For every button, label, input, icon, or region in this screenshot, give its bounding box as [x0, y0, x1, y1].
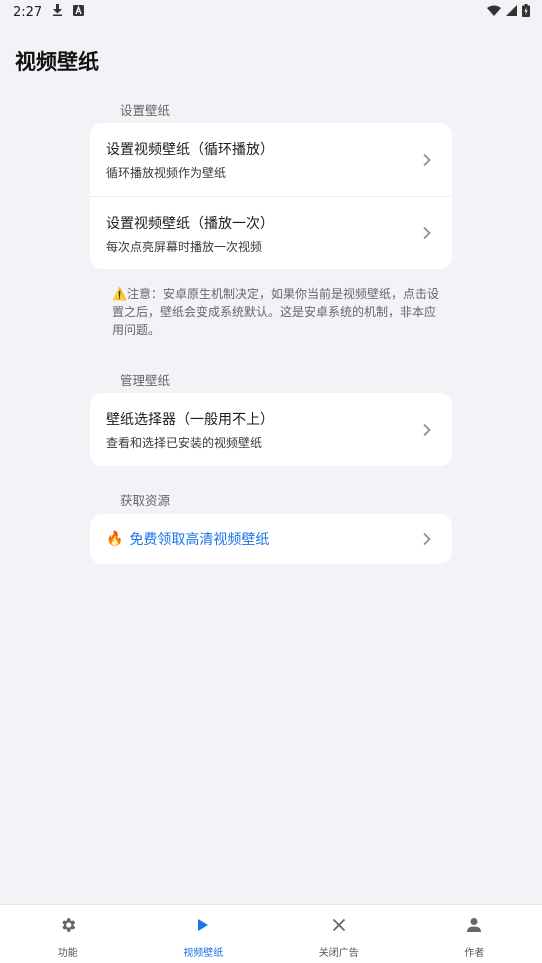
chevron-right-icon — [423, 226, 431, 240]
section-header-manage-wallpaper: 管理壁纸 — [120, 373, 171, 388]
row-title: 设置视频壁纸（循环播放） — [106, 142, 274, 158]
set-video-wallpaper-once-row[interactable]: 设置视频壁纸（播放一次） 每次点亮屏幕时播放一次视频 — [90, 196, 452, 269]
status-time: 2:27 — [13, 4, 43, 20]
status-bar: 2:27 — [0, 0, 542, 24]
play-icon — [193, 915, 213, 935]
nav-item-video-wallpaper[interactable]: 视频壁纸 — [136, 905, 272, 963]
nav-label-author: 作者 — [464, 948, 485, 959]
free-hd-wallpaper-label: 免费领取高清视频壁纸 — [129, 532, 270, 548]
warning-note: ⚠️注意：安卓原生机制决定，如果你当前是视频壁纸，点击设置之后，壁纸会变成系统默… — [112, 287, 439, 337]
nav-label-features: 功能 — [57, 948, 78, 959]
battery-charging-icon — [522, 3, 530, 21]
section-header-resources: 获取资源 — [120, 493, 171, 508]
row-title: 设置视频壁纸（播放一次） — [106, 216, 274, 232]
row-subtitle: 循环播放视频作为壁纸 — [106, 166, 227, 180]
a-badge-icon — [73, 4, 85, 20]
set-wallpaper-card: 设置视频壁纸（循环播放） 循环播放视频作为壁纸 设置视频壁纸（播放一次） 每次点… — [90, 123, 452, 269]
signal-icon — [506, 4, 517, 20]
section-header-set-wallpaper: 设置壁纸 — [120, 103, 171, 118]
nav-item-features[interactable]: 功能 — [0, 905, 136, 963]
manage-wallpaper-card: 壁纸选择器（一般用不上） 查看和选择已安装的视频壁纸 — [90, 393, 452, 466]
nav-label-video-wallpaper: 视频壁纸 — [183, 948, 224, 959]
fire-icon: 🔥 — [106, 531, 124, 547]
gear-icon — [58, 915, 78, 935]
nav-item-close-ads[interactable]: 关闭广告 — [271, 905, 407, 963]
row-subtitle: 查看和选择已安装的视频壁纸 — [106, 436, 263, 450]
free-hd-wallpaper-link[interactable]: 🔥 免费领取高清视频壁纸 — [90, 514, 452, 564]
row-subtitle: 每次点亮屏幕时播放一次视频 — [106, 240, 263, 254]
resources-card: 🔥 免费领取高清视频壁纸 — [90, 514, 452, 564]
close-icon — [329, 915, 349, 935]
row-title: 壁纸选择器（一般用不上） — [106, 412, 274, 428]
nav-label-close-ads: 关闭广告 — [318, 948, 359, 959]
chevron-right-icon — [423, 153, 431, 166]
nav-item-author[interactable]: 作者 — [407, 905, 542, 963]
download-icon — [52, 4, 63, 20]
chevron-right-icon — [423, 532, 431, 546]
person-icon — [464, 915, 484, 935]
wifi-icon — [487, 5, 501, 20]
page-title: 视频壁纸 — [15, 50, 99, 74]
set-video-wallpaper-loop-row[interactable]: 设置视频壁纸（循环播放） 循环播放视频作为壁纸 — [90, 123, 452, 196]
wallpaper-picker-row[interactable]: 壁纸选择器（一般用不上） 查看和选择已安装的视频壁纸 — [90, 393, 452, 466]
bottom-nav: 功能 视频壁纸 关闭广告 作者 — [0, 904, 542, 963]
chevron-right-icon — [423, 423, 431, 436]
